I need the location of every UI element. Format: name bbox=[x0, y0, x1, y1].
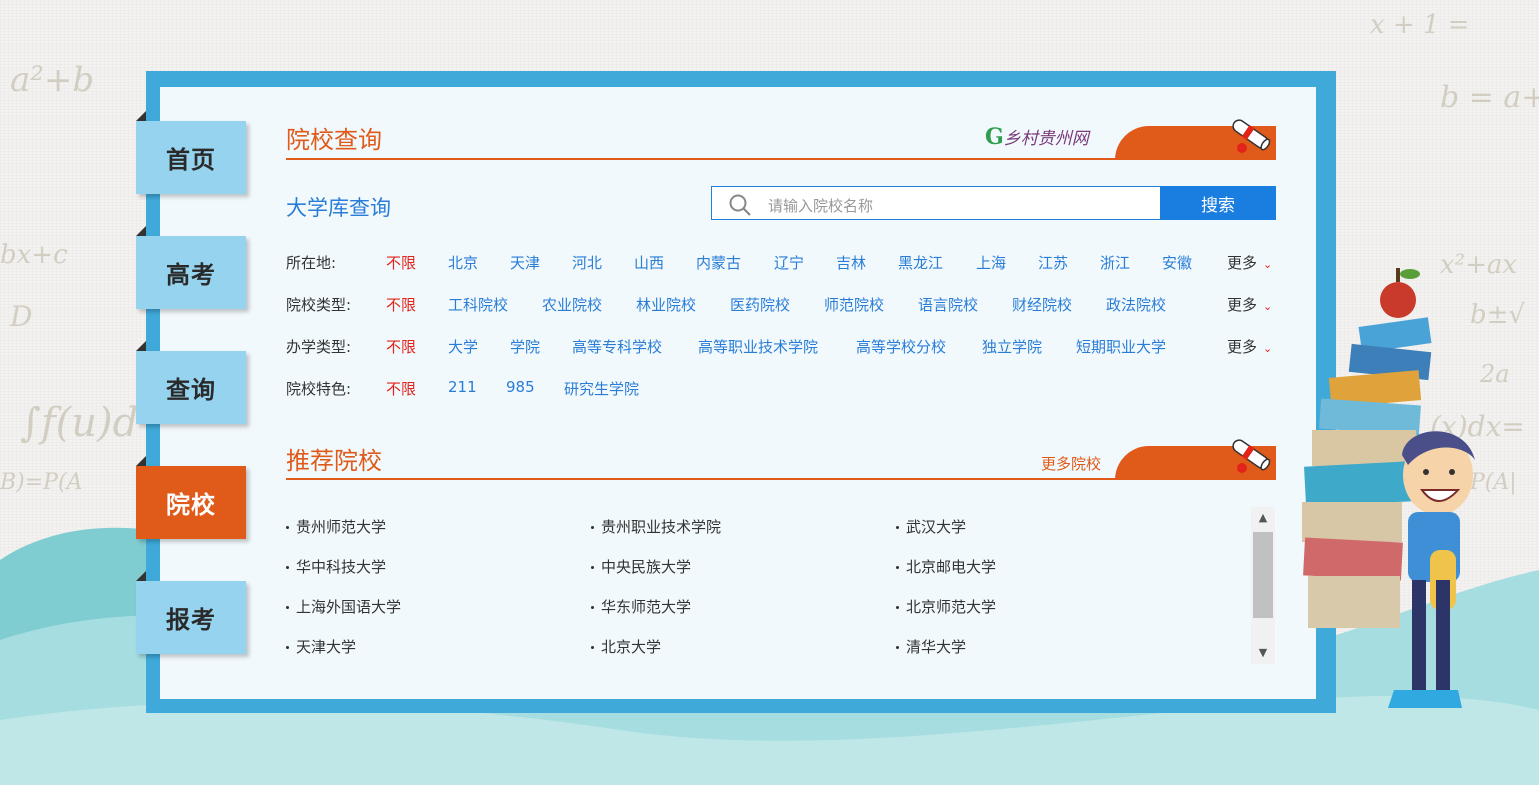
filter-option[interactable]: 浙江 bbox=[1100, 252, 1130, 273]
search-input[interactable]: 请输入院校名称 bbox=[711, 186, 1161, 220]
tab-apply[interactable]: 报考 bbox=[136, 571, 246, 654]
section-divider bbox=[286, 478, 1276, 480]
tab-query[interactable]: 查询 bbox=[136, 341, 246, 424]
list-item[interactable]: 武汉大学 bbox=[896, 516, 966, 537]
search-icon bbox=[729, 194, 751, 216]
filter-label: 办学类型: bbox=[286, 338, 352, 356]
filter-option[interactable]: 师范院校 bbox=[824, 294, 884, 315]
filter-option[interactable]: 研究生学院 bbox=[564, 378, 639, 399]
student-illustration bbox=[1302, 268, 1475, 708]
filter-option[interactable]: 不限 bbox=[386, 252, 416, 273]
tab-label: 高考 bbox=[166, 261, 216, 289]
more-location-button[interactable]: 更多 ⌄ bbox=[1227, 252, 1272, 273]
filter-option[interactable]: 985 bbox=[506, 378, 535, 396]
filter-option[interactable]: 语言院校 bbox=[918, 294, 978, 315]
filter-option[interactable]: 财经院校 bbox=[1012, 294, 1072, 315]
filter-option[interactable]: 内蒙古 bbox=[696, 252, 741, 273]
filter-option[interactable]: 天津 bbox=[510, 252, 540, 273]
list-item[interactable]: 华中科技大学 bbox=[286, 556, 386, 577]
filter-option[interactable]: 黑龙江 bbox=[898, 252, 943, 273]
tab-label: 首页 bbox=[166, 146, 216, 174]
scrollbar-thumb[interactable] bbox=[1253, 532, 1273, 618]
list-item[interactable]: 华东师范大学 bbox=[591, 596, 691, 617]
filter-option[interactable]: 林业院校 bbox=[636, 294, 696, 315]
filter-option[interactable]: 北京 bbox=[448, 252, 478, 273]
filter-option[interactable]: 大学 bbox=[448, 336, 478, 357]
more-schools-link[interactable]: 更多院校 bbox=[1041, 453, 1101, 474]
chevron-down-icon: ⌄ bbox=[1263, 300, 1273, 313]
filter-option[interactable]: 江苏 bbox=[1038, 252, 1068, 273]
list-item[interactable]: 贵州师范大学 bbox=[286, 516, 386, 537]
list-item[interactable]: 清华大学 bbox=[896, 636, 966, 657]
filter-option[interactable]: 不限 bbox=[386, 378, 416, 399]
section-divider bbox=[286, 158, 1276, 160]
tab-gaokao[interactable]: 高考 bbox=[136, 226, 246, 309]
search-heading: 大学库查询 bbox=[286, 196, 391, 220]
recommend-title: 推荐院校 bbox=[286, 447, 382, 475]
search-button[interactable]: 搜索 bbox=[1160, 186, 1276, 220]
filter-option[interactable]: 安徽 bbox=[1162, 252, 1192, 273]
filter-option[interactable]: 不限 bbox=[386, 294, 416, 315]
site-logo: G乡村贵州网 bbox=[985, 124, 1089, 150]
list-item[interactable]: 北京大学 bbox=[591, 636, 661, 657]
filter-label: 所在地: bbox=[286, 254, 337, 272]
page-title: 院校查询 bbox=[286, 126, 382, 154]
filter-option[interactable]: 政法院校 bbox=[1106, 294, 1166, 315]
filter-option[interactable]: 独立学院 bbox=[982, 336, 1042, 357]
tab-schools[interactable]: 院校 bbox=[136, 456, 246, 539]
diploma-icon bbox=[1232, 439, 1271, 473]
filter-option[interactable]: 211 bbox=[448, 378, 477, 396]
filter-option[interactable]: 高等专科学校 bbox=[572, 336, 662, 357]
list-item[interactable]: 中央民族大学 bbox=[591, 556, 691, 577]
filter-option[interactable]: 学院 bbox=[510, 336, 540, 357]
scroll-up-icon[interactable]: ▲ bbox=[1251, 507, 1275, 529]
search-placeholder: 请输入院校名称 bbox=[768, 197, 874, 215]
filter-option[interactable]: 吉林 bbox=[836, 252, 866, 273]
filter-option[interactable]: 高等学校分校 bbox=[856, 336, 946, 357]
school-list-scrollbar[interactable]: ▲ ▼ bbox=[1251, 507, 1275, 664]
more-run-type-button[interactable]: 更多 ⌄ bbox=[1227, 336, 1272, 357]
list-item[interactable]: 天津大学 bbox=[286, 636, 356, 657]
filter-option[interactable]: 高等职业技术学院 bbox=[698, 336, 818, 357]
filter-label: 院校特色: bbox=[286, 380, 352, 398]
list-item[interactable]: 上海外国语大学 bbox=[286, 596, 401, 617]
more-school-type-button[interactable]: 更多 ⌄ bbox=[1227, 294, 1272, 315]
filter-option[interactable]: 不限 bbox=[386, 336, 416, 357]
filter-label: 院校类型: bbox=[286, 296, 352, 314]
tab-label: 报考 bbox=[166, 606, 216, 634]
list-item[interactable]: 贵州职业技术学院 bbox=[591, 516, 721, 537]
chevron-down-icon: ⌄ bbox=[1263, 342, 1273, 355]
list-item[interactable]: 北京邮电大学 bbox=[896, 556, 996, 577]
tab-label: 院校 bbox=[166, 491, 216, 519]
tab-home[interactable]: 首页 bbox=[136, 111, 246, 194]
tab-label: 查询 bbox=[166, 376, 216, 404]
list-item[interactable]: 北京师范大学 bbox=[896, 596, 996, 617]
filter-option[interactable]: 农业院校 bbox=[542, 294, 602, 315]
chevron-down-icon: ⌄ bbox=[1263, 258, 1273, 271]
scroll-down-icon[interactable]: ▼ bbox=[1251, 642, 1275, 664]
filter-option[interactable]: 上海 bbox=[976, 252, 1006, 273]
filter-option[interactable]: 短期职业大学 bbox=[1076, 336, 1166, 357]
filter-option[interactable]: 山西 bbox=[634, 252, 664, 273]
filter-option[interactable]: 河北 bbox=[572, 252, 602, 273]
diploma-icon bbox=[1232, 119, 1271, 153]
filter-option[interactable]: 医药院校 bbox=[730, 294, 790, 315]
filter-option[interactable]: 辽宁 bbox=[774, 252, 804, 273]
filter-option[interactable]: 工科院校 bbox=[448, 294, 508, 315]
